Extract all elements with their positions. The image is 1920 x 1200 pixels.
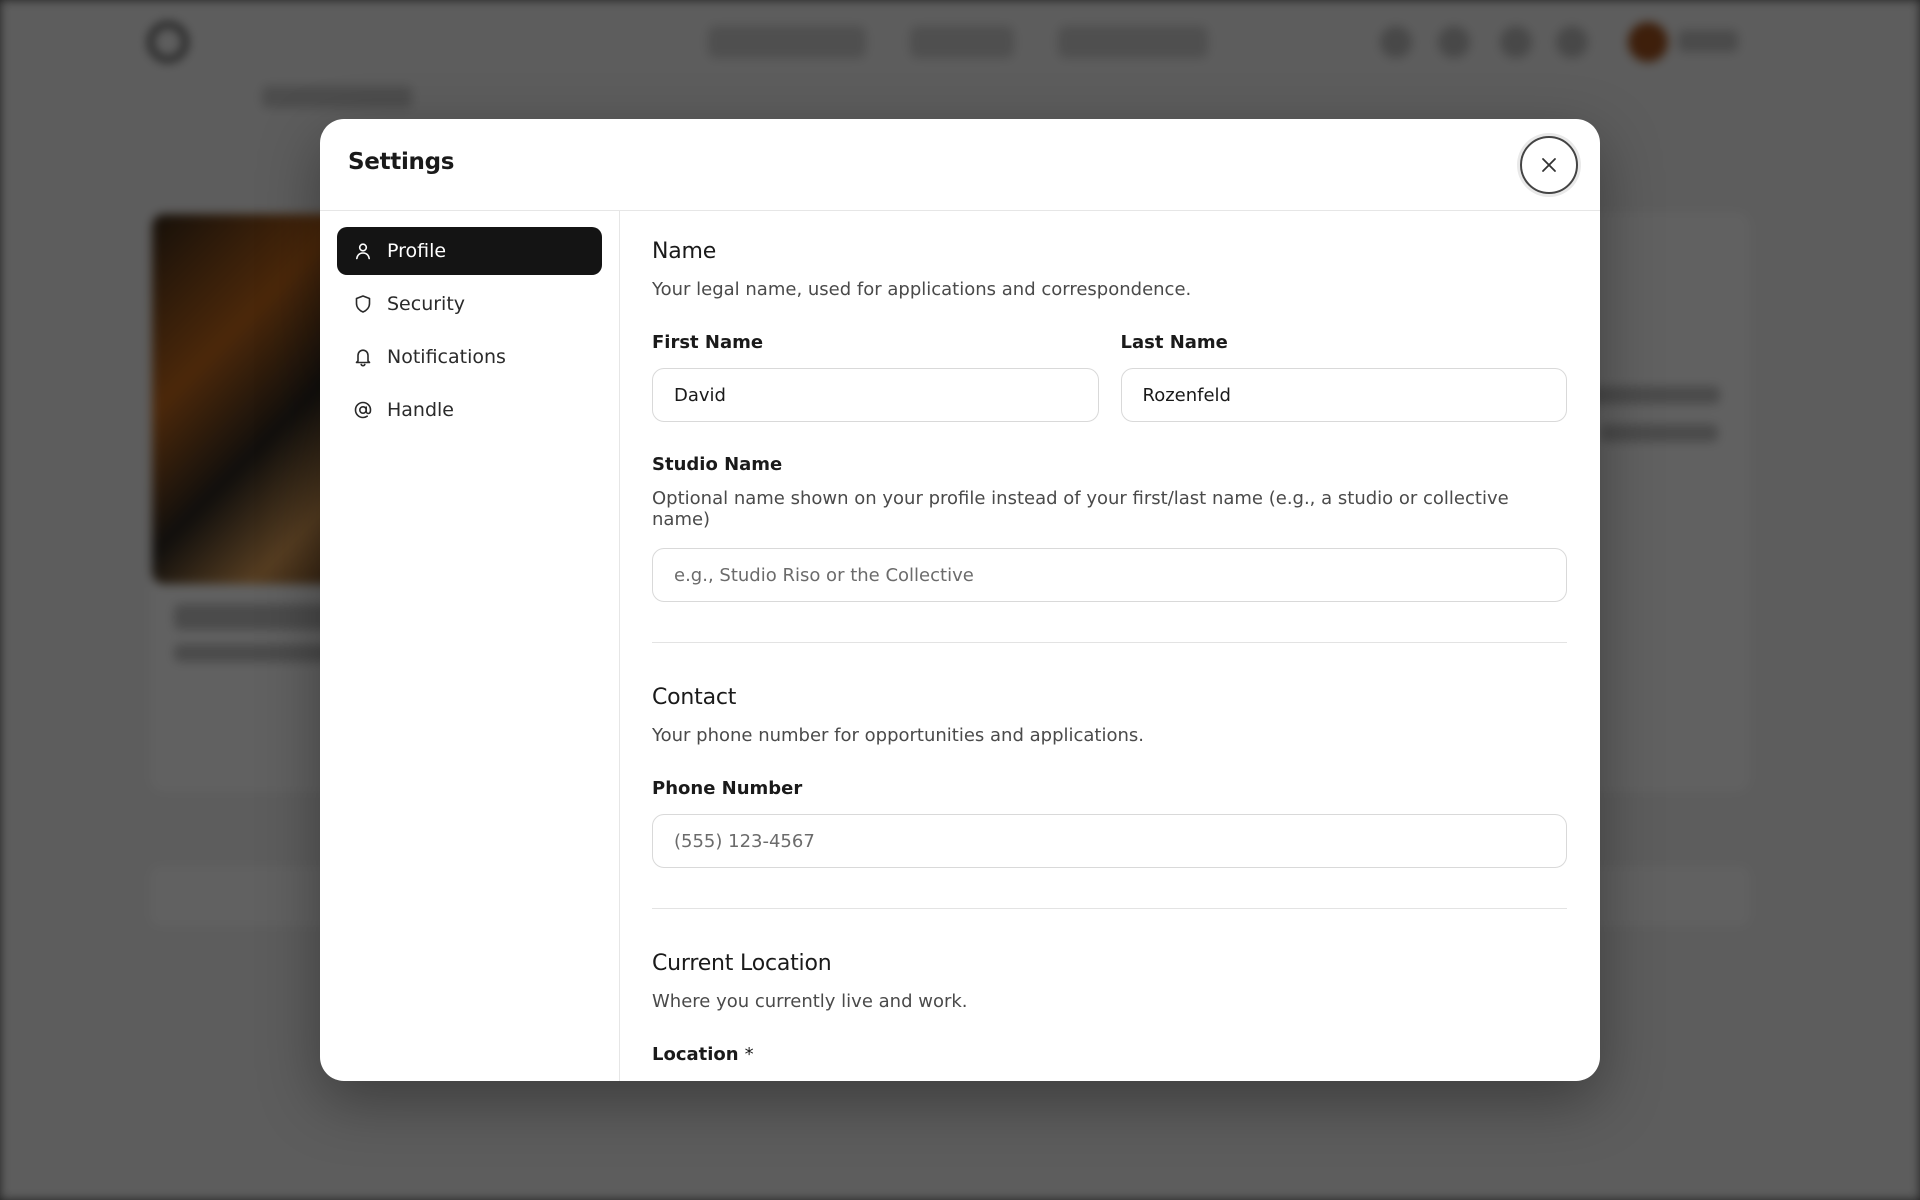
user-icon — [356, 243, 370, 260]
last-name-input[interactable] — [1120, 368, 1567, 422]
phone-number-label: Phone Number — [652, 778, 803, 799]
first-name-input[interactable] — [652, 368, 1099, 422]
sidebar-item-label: Security — [387, 293, 466, 315]
required-marker: * — [744, 1044, 754, 1065]
shield-icon — [355, 295, 371, 313]
at-sign-icon — [354, 401, 372, 419]
location-section: Current Location Where you currently liv… — [652, 951, 1567, 1065]
phone-field-group: Phone Number — [652, 778, 1567, 868]
first-name-label: First Name — [652, 332, 764, 353]
sidebar-item-label: Notifications — [387, 346, 506, 368]
last-name-label: Last Name — [1120, 332, 1228, 353]
location-label: Location * — [652, 1044, 1567, 1065]
sidebar-item-profile[interactable]: Profile — [337, 227, 602, 275]
section-title: Name — [652, 239, 717, 264]
close-icon — [1542, 158, 1556, 172]
sidebar-item-label: Profile — [387, 240, 447, 262]
sidebar-item-handle[interactable]: Handle — [337, 386, 602, 434]
sidebar-item-label: Handle — [387, 399, 455, 421]
bell-icon — [355, 349, 371, 367]
sidebar-item-notifications[interactable]: Notifications — [337, 333, 602, 381]
section-description: Your phone number for opportunities and … — [652, 725, 1145, 746]
contact-section: Contact Your phone number for opportunit… — [652, 685, 1567, 868]
studio-name-input[interactable] — [652, 548, 1567, 602]
section-title: Contact — [652, 685, 737, 710]
last-name-field-group: Last Name — [1120, 332, 1567, 422]
settings-content: Name Your legal name, used for applicati… — [620, 211, 1600, 1081]
studio-name-help: Optional name shown on your profile inst… — [652, 488, 1509, 530]
section-divider — [652, 642, 1567, 643]
first-name-field-group: First Name — [652, 332, 1099, 422]
sidebar-item-security[interactable]: Security — [337, 280, 602, 328]
phone-number-input[interactable] — [652, 814, 1567, 868]
settings-sidebar: Profile Security Notifications Handle — [320, 211, 620, 1081]
section-title: Current Location — [652, 951, 832, 976]
section-description: Where you currently live and work. — [652, 991, 968, 1012]
studio-name-field-group: Studio Name Optional name shown on your … — [652, 454, 1567, 602]
dialog-title: Settings — [348, 149, 455, 175]
section-divider — [652, 908, 1567, 909]
section-description: Your legal name, used for applications a… — [652, 279, 1192, 300]
name-section: Name Your legal name, used for applicati… — [652, 239, 1567, 602]
settings-dialog: Settings Profile Security Notifications … — [320, 119, 1600, 1081]
close-button[interactable] — [1520, 136, 1578, 194]
location-label-text: Location — [652, 1044, 739, 1065]
dialog-header: Settings — [320, 119, 1600, 211]
studio-name-label: Studio Name — [652, 454, 783, 475]
